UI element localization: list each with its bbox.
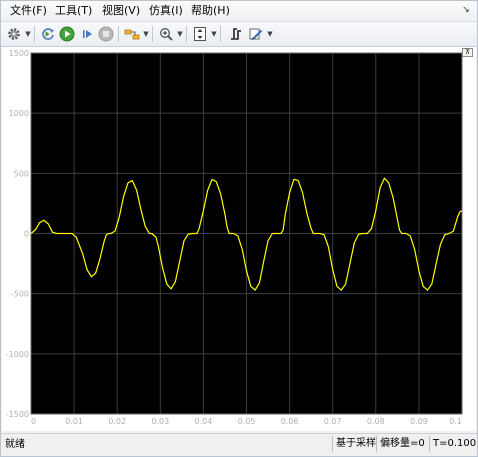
x-tick-label: 0.09: [410, 417, 428, 426]
x-tick-labels: 0 0.01 0.02 0.03 0.04 0.05 0.06 0.07 0.08 0.09 0.1: [31, 417, 462, 426]
expand-axes-icon[interactable]: ⊼: [462, 48, 473, 57]
y-tick-label: -500: [11, 290, 29, 299]
y-tick-labels: -1500 -1000 -500 0 500 1000 1500: [6, 49, 29, 419]
trigger-button[interactable]: [227, 25, 245, 43]
status-ready: 就绪: [5, 439, 25, 450]
y-tick-label: -1500: [6, 410, 29, 419]
zoom-dropdown-icon[interactable]: ▼: [177, 28, 183, 40]
step-forward-button[interactable]: [78, 25, 96, 43]
x-tick-label: 0.04: [194, 417, 212, 426]
y-tick-label: 1000: [9, 109, 29, 118]
run-button[interactable]: [58, 25, 76, 43]
zoom-in-icon: [160, 28, 173, 41]
x-tick-label: 0.03: [151, 417, 169, 426]
x-tick-label: 0.02: [108, 417, 126, 426]
autoscale-icon: [194, 27, 206, 41]
settings-button[interactable]: [5, 25, 23, 43]
x-tick-label: 0: [31, 417, 36, 426]
menu-simulation[interactable]: 仿真(I): [149, 4, 183, 18]
stop-icon: [98, 26, 114, 42]
autoscale-dropdown-icon[interactable]: ▼: [211, 28, 217, 40]
toolbar: ▼ ▼ ▼ ▼ ▼: [1, 22, 477, 47]
gear-icon: [8, 28, 20, 40]
scope-window: 文件(F) 工具(T) 视图(V) 仿真(I) 帮助(H) ↘ ▼ ▼ ▼ ▼ …: [0, 0, 478, 457]
settings-dropdown-icon[interactable]: ▼: [25, 28, 31, 40]
x-tick-label: 0.08: [367, 417, 385, 426]
y-tick-label: 500: [14, 169, 29, 178]
step-back-icon: [42, 28, 54, 40]
x-tick-label: 0.06: [281, 417, 299, 426]
menu-bar: 文件(F) 工具(T) 视图(V) 仿真(I) 帮助(H) ↘: [1, 1, 477, 22]
status-bar: 就绪 基于采样 偏移量=0 T=0.100: [1, 433, 477, 456]
highlight-block-icon: [124, 29, 140, 40]
menu-help[interactable]: 帮助(H): [191, 4, 230, 18]
highlight-dropdown-icon[interactable]: ▼: [143, 28, 149, 40]
scope-plot: 0 0.01 0.02 0.03 0.04 0.05 0.06 0.07 0.08 0.09 0.1…: [2, 47, 476, 431]
trigger-icon: [231, 28, 241, 40]
menu-view[interactable]: 视图(V): [102, 4, 140, 18]
style-button[interactable]: [247, 25, 265, 43]
edit-style-icon: [249, 28, 263, 40]
y-tick-label: 1500: [9, 49, 29, 58]
toolbar-separator: [34, 26, 35, 42]
toolbar-separator: [152, 26, 153, 42]
toolbar-separator: [186, 26, 187, 42]
run-icon: [59, 26, 75, 42]
time-readout: T=0.100: [429, 436, 477, 452]
offset-readout: 偏移量=0: [376, 436, 428, 452]
zoom-button[interactable]: [157, 25, 175, 43]
x-tick-label: 0.05: [238, 417, 256, 426]
x-tick-label: 0.01: [65, 417, 83, 426]
sample-mode: 基于采样: [332, 436, 376, 452]
stop-button[interactable]: [97, 25, 115, 43]
x-tick-label: 0.1: [449, 417, 462, 426]
highlight-block-button[interactable]: [123, 25, 141, 43]
menu-tools[interactable]: 工具(T): [55, 4, 92, 18]
step-back-button[interactable]: [39, 25, 57, 43]
toolbar-separator: [220, 26, 221, 42]
scope-axes: 0 0.01 0.02 0.03 0.04 0.05 0.06 0.07 0.08 0.09 0.1…: [6, 49, 463, 426]
step-forward-icon: [83, 30, 92, 38]
x-tick-label: 0.07: [324, 417, 342, 426]
toolbar-separator: [118, 26, 119, 42]
y-tick-label: -1000: [6, 350, 29, 359]
collapse-menu-icon[interactable]: ↘: [461, 4, 471, 16]
y-tick-label: 0: [24, 230, 29, 239]
autoscale-button[interactable]: [191, 25, 209, 43]
style-dropdown-icon[interactable]: ▼: [267, 28, 273, 40]
menu-file[interactable]: 文件(F): [10, 4, 47, 18]
